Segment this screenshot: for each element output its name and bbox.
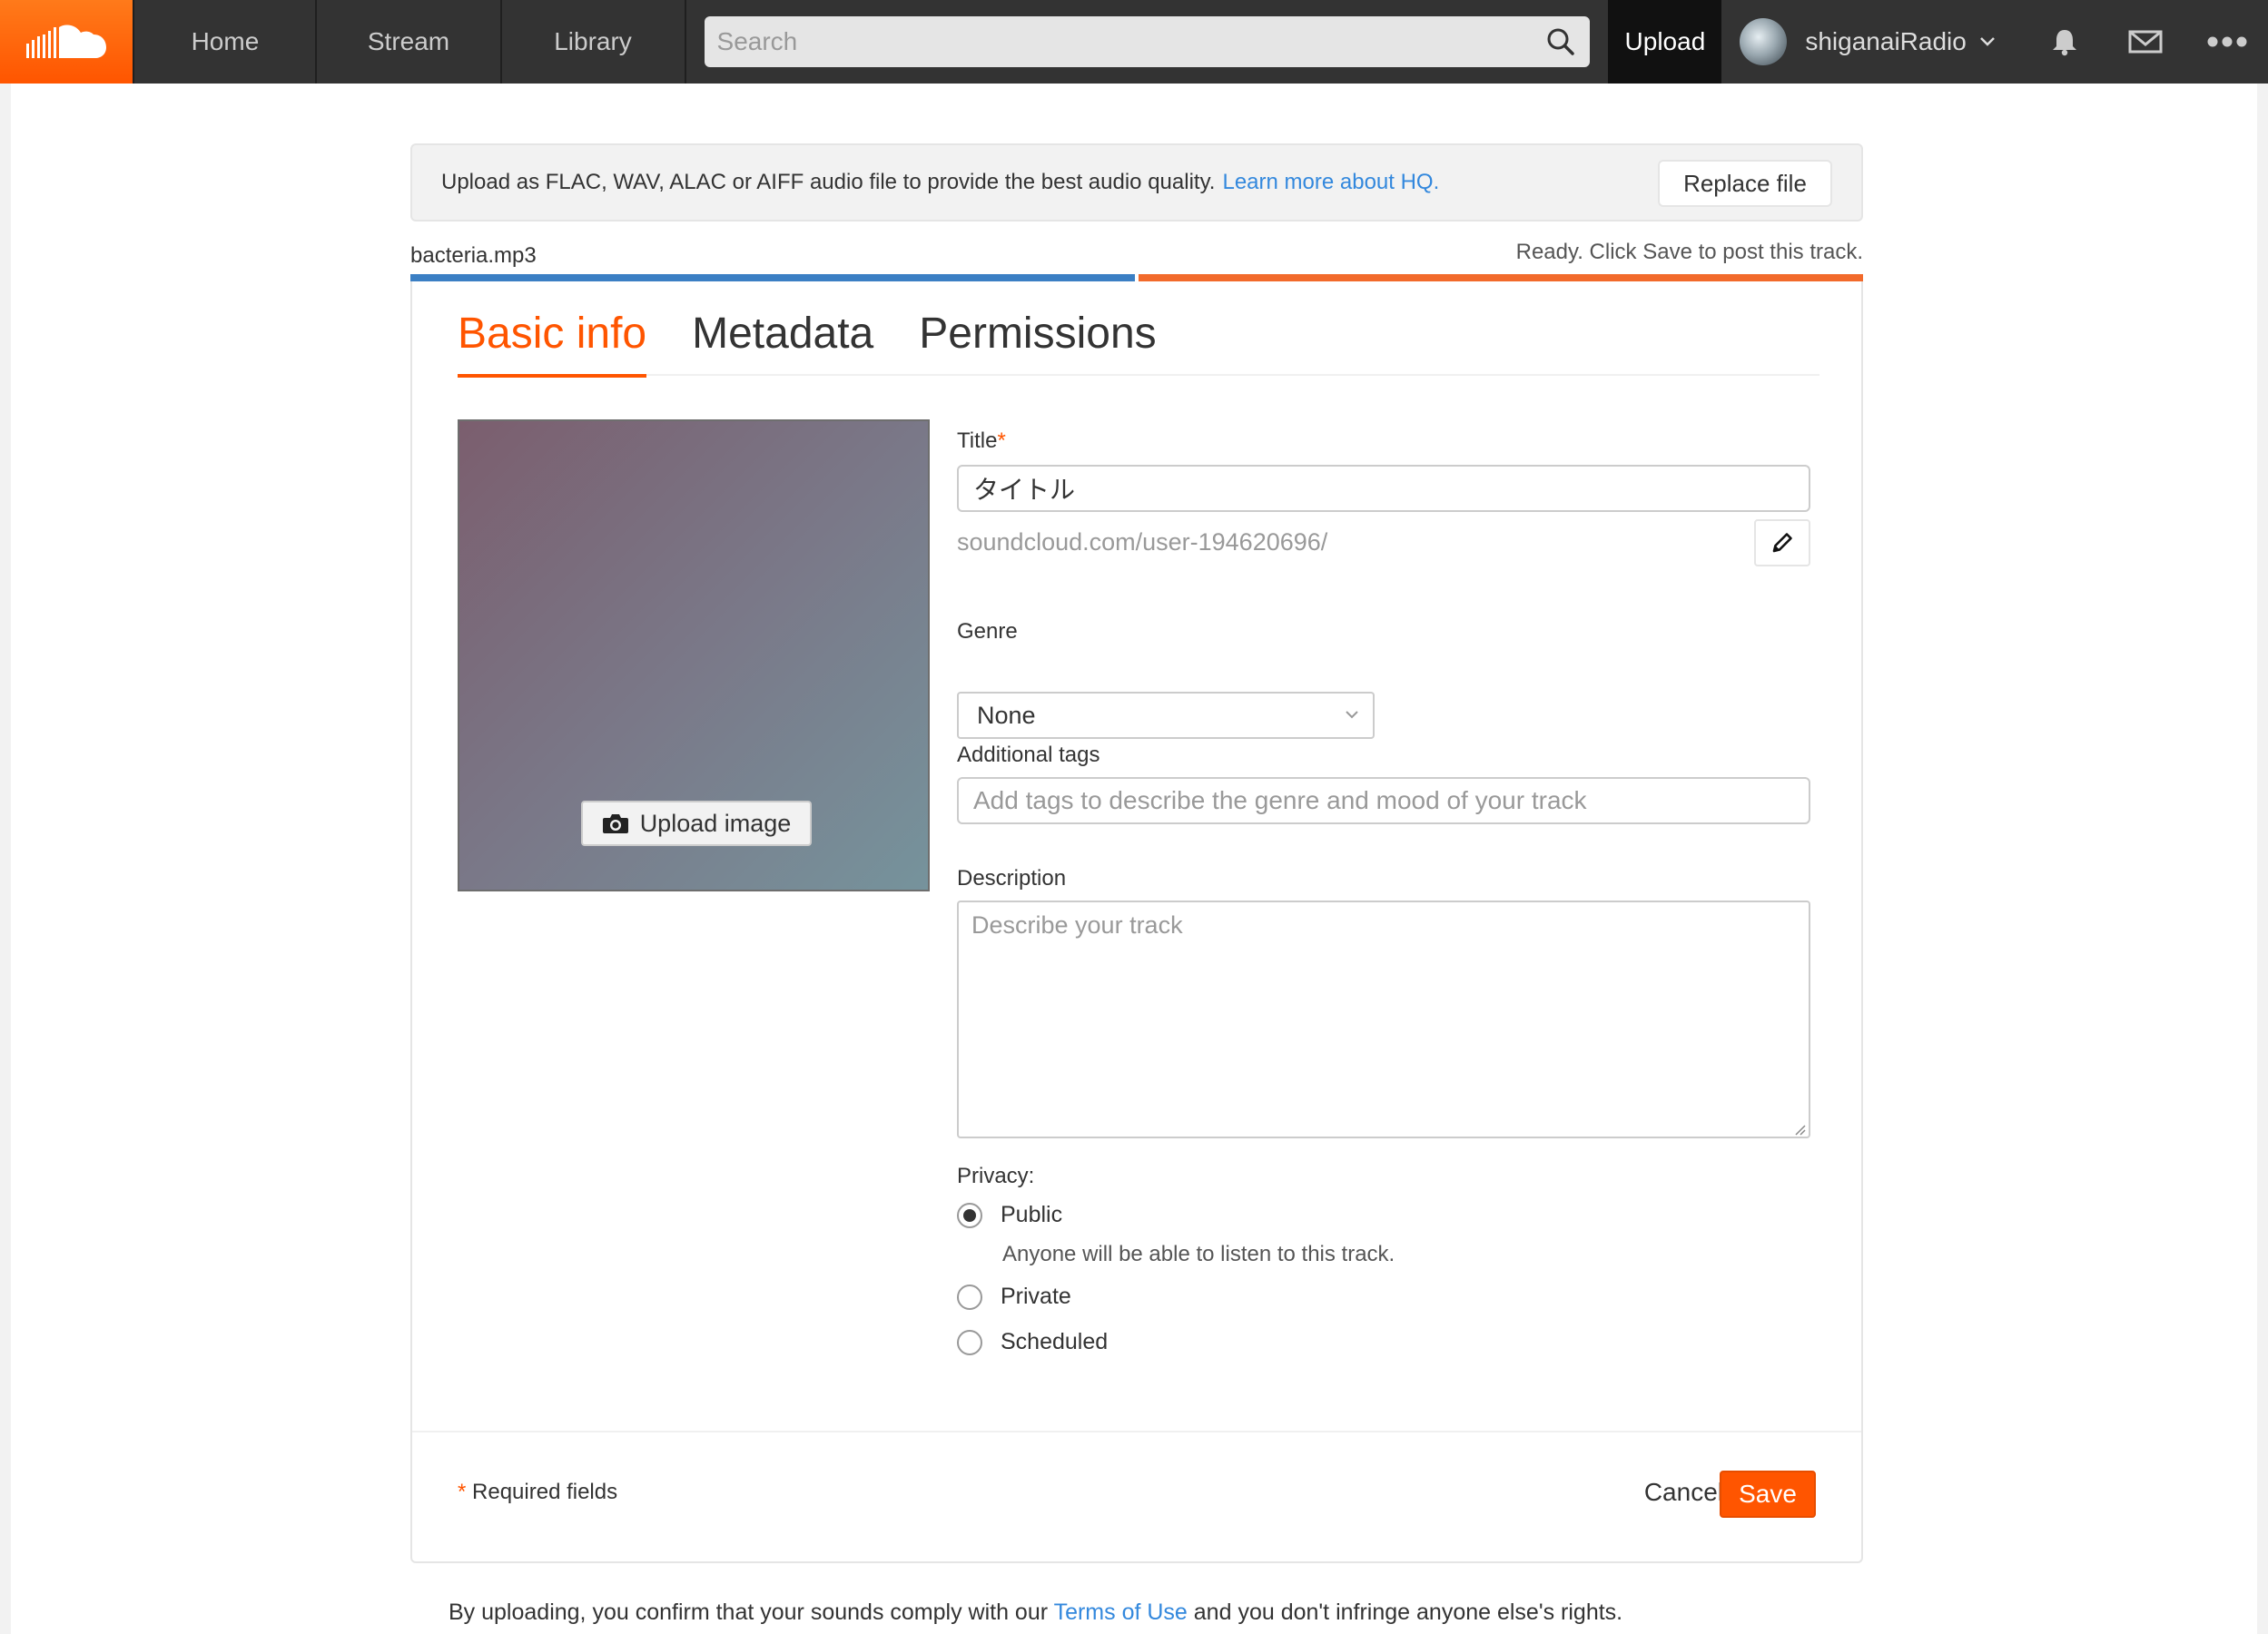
title-input[interactable]	[957, 465, 1810, 512]
avatar	[1740, 18, 1788, 65]
file-status-row: bacteria.mp3 Ready. Click Save to post t…	[410, 238, 1863, 274]
resize-grip-icon[interactable]	[1792, 1122, 1807, 1137]
top-nav-bar: Home Stream Library Upload shiganaiRadio	[0, 0, 2268, 84]
upload-progress-bar	[410, 274, 1863, 281]
notifications-button[interactable]	[2024, 0, 2105, 84]
soundcloud-logo[interactable]	[0, 0, 133, 84]
user-menu[interactable]: shiganaiRadio	[1721, 0, 2023, 84]
tab-basic-info[interactable]: Basic info	[458, 309, 647, 378]
description-label: Description	[957, 866, 1067, 891]
tags-label: Additional tags	[957, 743, 1100, 767]
file-name: bacteria.mp3	[410, 243, 537, 268]
tab-metadata[interactable]: Metadata	[692, 309, 873, 378]
divider	[412, 1431, 1861, 1432]
search-icon[interactable]	[1546, 27, 1575, 56]
terms-notice: By uploading, you confirm that your soun…	[449, 1600, 1622, 1626]
hq-banner: Upload as FLAC, WAV, ALAC or AIFF audio …	[410, 143, 1863, 221]
tab-permissions[interactable]: Permissions	[919, 309, 1156, 378]
chevron-down-icon	[1979, 37, 1995, 46]
upload-image-button[interactable]: Upload image	[581, 801, 812, 846]
required-fields-note: * Required fields	[458, 1480, 617, 1505]
required-fields-text: Required fields	[472, 1480, 618, 1504]
bell-icon	[2052, 30, 2076, 56]
privacy-option-public[interactable]: Public	[957, 1202, 1062, 1228]
learn-more-hq-link[interactable]: Learn more about HQ.	[1222, 170, 1439, 195]
privacy-scheduled-label: Scheduled	[1001, 1329, 1109, 1354]
replace-file-button[interactable]: Replace file	[1658, 160, 1832, 207]
radio-scheduled[interactable]	[957, 1329, 982, 1355]
upload-page: Upload as FLAC, WAV, ALAC or AIFF audio …	[11, 84, 2257, 1634]
more-button[interactable]	[2186, 0, 2268, 84]
messages-button[interactable]	[2105, 0, 2186, 84]
nav-home[interactable]: Home	[133, 0, 318, 84]
progress-segment-processed	[1139, 274, 1863, 281]
hq-banner-text: Upload as FLAC, WAV, ALAC or AIFF audio …	[441, 170, 1216, 194]
cancel-button[interactable]: Cancel	[1644, 1478, 1723, 1507]
description-textarea[interactable]	[957, 901, 1810, 1138]
required-mark: *	[458, 1480, 467, 1504]
edit-permalink-button[interactable]	[1754, 519, 1810, 566]
privacy-label: Privacy:	[957, 1164, 1035, 1188]
privacy-option-scheduled[interactable]: Scheduled	[957, 1329, 1108, 1355]
pencil-icon	[1772, 533, 1792, 553]
genre-label: Genre	[957, 619, 1018, 644]
terms-text-pre: By uploading, you confirm that your soun…	[449, 1600, 1049, 1625]
radio-public[interactable]	[957, 1202, 982, 1228]
search-box	[704, 16, 1591, 67]
terms-text-post: and you don't infringe anyone else's rig…	[1193, 1600, 1623, 1625]
search-input[interactable]	[704, 16, 1591, 67]
artwork-placeholder: Upload image	[458, 419, 930, 891]
username: shiganaiRadio	[1805, 27, 1967, 55]
chevron-down-icon	[1346, 711, 1358, 719]
privacy-option-private[interactable]: Private	[957, 1284, 1071, 1310]
upload-status: Ready. Click Save to post this track.	[1515, 240, 1863, 264]
privacy-private-label: Private	[1001, 1284, 1071, 1309]
privacy-public-description: Anyone will be able to listen to this tr…	[1002, 1242, 1395, 1266]
tags-input[interactable]	[957, 777, 1810, 824]
soundcloud-logo-icon	[26, 25, 107, 58]
nav-stream[interactable]: Stream	[317, 0, 502, 84]
radio-private[interactable]	[957, 1284, 982, 1310]
progress-segment-uploaded	[410, 274, 1135, 281]
title-label-text: Title	[957, 428, 998, 453]
track-edit-card: Basic info Metadata Permissions Upload i…	[410, 281, 1863, 1563]
privacy-public-label: Public	[1001, 1202, 1063, 1227]
save-button[interactable]: Save	[1720, 1471, 1816, 1518]
upload-image-label: Upload image	[639, 809, 792, 837]
edit-tabs: Basic info Metadata Permissions	[458, 309, 1819, 378]
mail-icon	[2128, 30, 2163, 54]
camera-icon	[602, 814, 628, 833]
more-icon	[2207, 36, 2247, 47]
nav-upload[interactable]: Upload	[1608, 0, 1722, 84]
permalink-url: soundcloud.com/user-194620696/	[957, 528, 1328, 556]
genre-select[interactable]: None	[957, 692, 1375, 739]
required-mark: *	[997, 428, 1006, 453]
nav-library[interactable]: Library	[502, 0, 686, 84]
terms-of-use-link[interactable]: Terms of Use	[1054, 1600, 1188, 1625]
title-label: Title*	[957, 428, 1006, 454]
genre-value: None	[977, 701, 1036, 729]
